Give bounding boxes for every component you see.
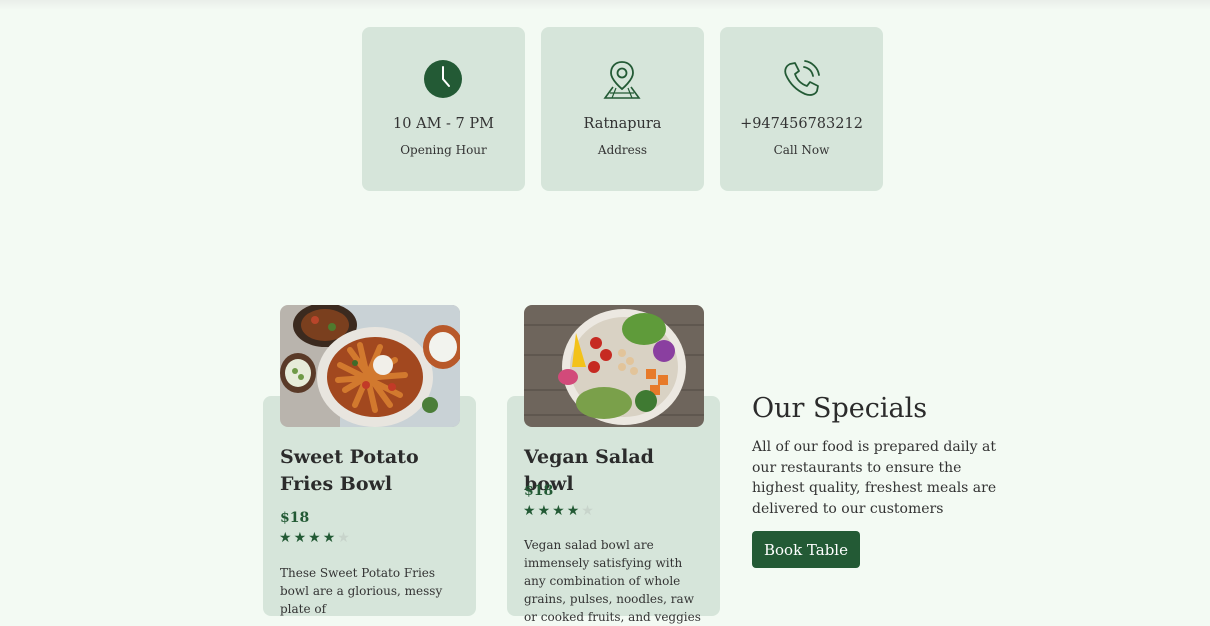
phone-value[interactable]: +947456783212 bbox=[720, 116, 883, 132]
phone-icon bbox=[784, 60, 820, 96]
opening-hour-label: Opening Hour bbox=[400, 143, 487, 157]
dish-description: Vegan salad bowl are immensely satisfyin… bbox=[524, 538, 701, 624]
dish-price: $18 bbox=[280, 510, 310, 526]
star-filled-icon: ★ bbox=[308, 530, 323, 546]
dish-description: These Sweet Potato Fries bowl are a glor… bbox=[280, 566, 443, 616]
sweet-potato-fries-image bbox=[280, 305, 460, 427]
top-edge bbox=[0, 0, 1210, 10]
call-now-label: Call Now bbox=[773, 143, 830, 157]
star-filled-icon: ★ bbox=[322, 530, 338, 546]
address-card: Ratnapura Address bbox=[541, 27, 704, 191]
clock-icon bbox=[424, 60, 462, 98]
rating-stars: ★★★★★ bbox=[279, 530, 352, 546]
star-empty-icon: ★ bbox=[337, 530, 352, 546]
address-label: Address bbox=[597, 143, 648, 157]
map-pin-icon bbox=[603, 61, 641, 99]
dish-card-vegan-salad: Vegan Salad bowl $18 ★★★★★ Vegan salad b… bbox=[507, 396, 720, 624]
rating-stars: ★★★★★ bbox=[523, 503, 596, 519]
opening-hour-card: 10 AM - 7 PM Opening Hour bbox=[362, 27, 525, 191]
dish-card-sweet-potato: Sweet Potato Fries Bowl $18 ★★★★★ These … bbox=[263, 396, 476, 616]
address-value: Ratnapura bbox=[583, 116, 662, 132]
specials-title: Our Specials bbox=[752, 393, 928, 424]
dish-price: $18 bbox=[524, 483, 554, 499]
dish-title: Sweet Potato Fries Bowl bbox=[280, 446, 419, 495]
vegan-salad-image bbox=[524, 305, 704, 427]
star-filled-icon: ★ bbox=[566, 503, 582, 519]
star-filled-icon: ★ bbox=[523, 503, 538, 519]
star-empty-icon: ★ bbox=[581, 503, 596, 519]
call-card[interactable]: +947456783212 Call Now bbox=[720, 27, 883, 191]
star-filled-icon: ★ bbox=[552, 503, 567, 519]
book-table-button[interactable]: Book Table bbox=[752, 531, 860, 568]
specials-description: All of our food is prepared daily at our… bbox=[752, 439, 997, 517]
opening-hour-value: 10 AM - 7 PM bbox=[393, 116, 494, 132]
star-filled-icon: ★ bbox=[279, 530, 294, 546]
star-filled-icon: ★ bbox=[537, 503, 553, 519]
star-filled-icon: ★ bbox=[293, 530, 309, 546]
